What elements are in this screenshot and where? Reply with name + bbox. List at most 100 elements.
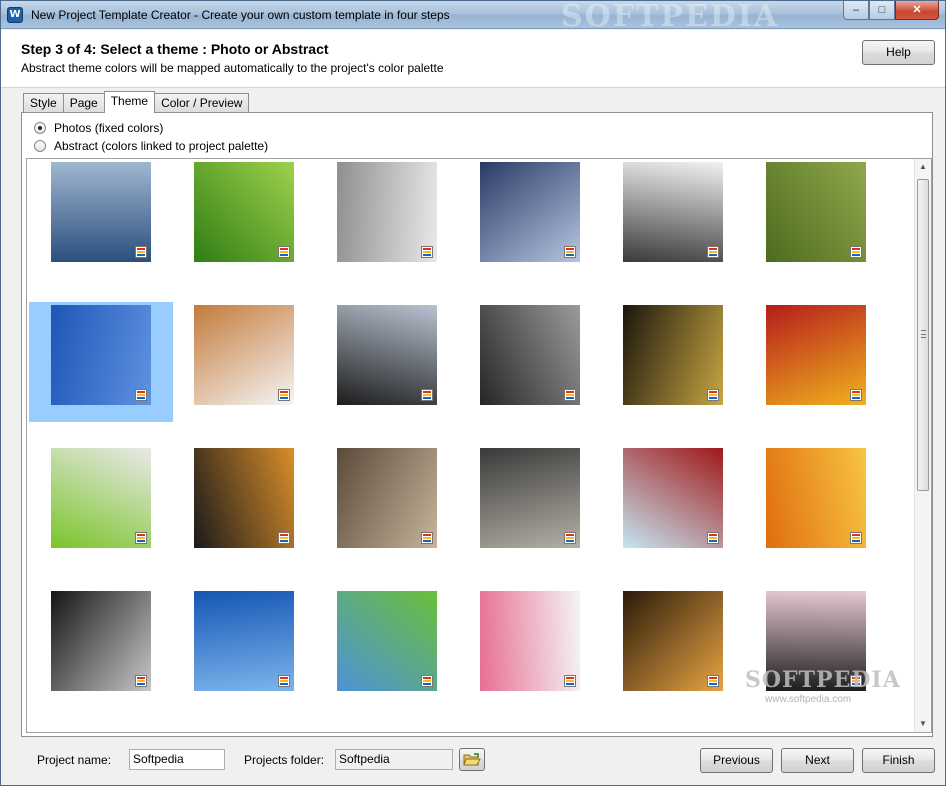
tab-color-preview[interactable]: Color / Preview	[154, 93, 250, 113]
window-title: New Project Template Creator - Create yo…	[31, 8, 450, 22]
palette-badge-icon	[135, 389, 147, 401]
abstract-option[interactable]: Abstract (colors linked to project palet…	[34, 138, 268, 154]
palette-badge-icon	[707, 246, 719, 258]
palette-badge-icon	[421, 246, 433, 258]
thumbnail-burger[interactable]	[172, 445, 316, 565]
wizard-header: Step 3 of 4: Select a theme : Photo or A…	[1, 30, 945, 88]
thumbnail-skyscraper[interactable]	[29, 159, 173, 279]
thumbnail-image	[337, 591, 437, 691]
palette-badge-icon	[135, 246, 147, 258]
projects-folder-label: Projects folder:	[244, 753, 325, 767]
thumbnail-snowboarder[interactable]	[172, 588, 316, 708]
thumbnail-tools[interactable]	[744, 159, 888, 279]
theme-panel: Photos (fixed colors) Abstract (colors l…	[21, 112, 933, 737]
tab-style[interactable]: Style	[23, 93, 64, 113]
thumbnail-snowflake[interactable]	[458, 159, 602, 279]
finish-button[interactable]: Finish	[862, 748, 935, 773]
folder-open-icon	[463, 753, 481, 766]
thumbnail-image	[766, 162, 866, 262]
thumbnail-image	[623, 305, 723, 405]
vertical-scrollbar[interactable]: ▲ ▼	[914, 159, 931, 732]
minimize-button[interactable]: –	[843, 1, 869, 20]
palette-badge-icon	[564, 389, 576, 401]
title-watermark: SOFTPEDIA	[561, 0, 780, 34]
thumbnail-circuit-board[interactable]	[315, 445, 459, 565]
thumbnail-colored-pencils[interactable]	[744, 302, 888, 422]
softpedia-url: www.softpedia.com	[765, 694, 852, 705]
browse-folder-button[interactable]	[459, 748, 485, 771]
previous-button[interactable]: Previous	[700, 748, 773, 773]
palette-badge-icon	[564, 532, 576, 544]
palette-badge-icon	[135, 675, 147, 687]
palette-badge-icon	[707, 532, 719, 544]
palette-badge-icon	[564, 246, 576, 258]
help-button[interactable]: Help	[862, 40, 935, 65]
abstract-radio[interactable]	[34, 140, 46, 152]
palette-badge-icon	[135, 532, 147, 544]
palette-badge-icon	[707, 389, 719, 401]
palette-badge-icon	[850, 246, 862, 258]
scroll-up-arrow[interactable]: ▲	[915, 159, 931, 175]
thumbnail-image	[194, 162, 294, 262]
next-button[interactable]: Next	[781, 748, 854, 773]
thumbnail-image	[480, 305, 580, 405]
thumbnail-image	[194, 305, 294, 405]
thumbnail-image	[337, 305, 437, 405]
photos-radio[interactable]	[34, 122, 46, 134]
palette-badge-icon	[421, 532, 433, 544]
thumbnail-image	[766, 305, 866, 405]
palette-badge-icon	[278, 532, 290, 544]
thumbnail-corridor-red-stripe[interactable]	[315, 159, 459, 279]
thumbnail-car-motion[interactable]	[29, 588, 173, 708]
footer-bar: Project name: Softpedia Projects folder:…	[1, 741, 945, 785]
photos-label: Photos (fixed colors)	[54, 121, 164, 135]
thumbnail-businessman-world-map[interactable]	[458, 302, 602, 422]
thumbnail-image	[623, 591, 723, 691]
close-button[interactable]: ✕	[895, 1, 939, 20]
thumbnail-image	[623, 162, 723, 262]
step-subtitle: Abstract theme colors will be mapped aut…	[21, 61, 444, 75]
thumbnail-image	[480, 162, 580, 262]
thumbnail-dog-and-cat[interactable]	[172, 302, 316, 422]
palette-badge-icon	[278, 389, 290, 401]
thumbnail-green-hills-sky[interactable]	[315, 588, 459, 708]
thumbnail-image	[337, 448, 437, 548]
thumbnail-image	[51, 305, 151, 405]
tab-strip: Style Page Theme Color / Preview	[23, 91, 250, 113]
thumbnail-shopping-cart-key[interactable]	[29, 445, 173, 565]
scroll-down-arrow[interactable]: ▼	[915, 716, 931, 732]
photos-option[interactable]: Photos (fixed colors)	[34, 120, 163, 136]
palette-badge-icon	[564, 675, 576, 687]
palette-badge-icon	[278, 246, 290, 258]
palette-badge-icon	[850, 389, 862, 401]
thumbnail-grid: SOFTPEDIA www.softpedia.com ▲ ▼	[26, 158, 932, 733]
projects-folder-input[interactable]: Softpedia	[335, 749, 453, 770]
thumbnail-stacked-stones[interactable]	[458, 445, 602, 565]
thumbnail-molecule[interactable]	[601, 445, 745, 565]
thumbnail-film-strip[interactable]	[601, 159, 745, 279]
thumbnail-green-leaf-drop[interactable]	[172, 159, 316, 279]
tab-page[interactable]: Page	[62, 93, 105, 113]
softpedia-watermark: SOFTPEDIA	[745, 667, 901, 693]
window-controls: – □ ✕	[843, 1, 939, 21]
thumbnail-image	[623, 448, 723, 548]
scroll-thumb[interactable]	[917, 179, 929, 491]
title-bar[interactable]: W New Project Template Creator - Create …	[1, 0, 945, 34]
thumbnail-licorice-candy[interactable]	[458, 588, 602, 708]
template-creator-window: W New Project Template Creator - Create …	[0, 0, 946, 786]
tab-theme[interactable]: Theme	[103, 91, 156, 113]
palette-badge-icon	[421, 389, 433, 401]
thumbnail-blue-abstract[interactable]	[29, 302, 173, 422]
maximize-button[interactable]: □	[869, 1, 895, 20]
project-name-input[interactable]: Softpedia	[129, 749, 225, 770]
palette-badge-icon	[850, 532, 862, 544]
thumbnail-kiwi-splash[interactable]	[744, 445, 888, 565]
thumbnail-image	[337, 162, 437, 262]
thumbnail-hotel-sign[interactable]	[601, 302, 745, 422]
thumbnail-image	[51, 162, 151, 262]
thumbnail-mobile-phone[interactable]	[315, 302, 459, 422]
app-icon: W	[7, 7, 23, 23]
thumbnail-image	[194, 448, 294, 548]
thumbnail-image	[51, 591, 151, 691]
thumbnail-sunset-fishing[interactable]	[601, 588, 745, 708]
